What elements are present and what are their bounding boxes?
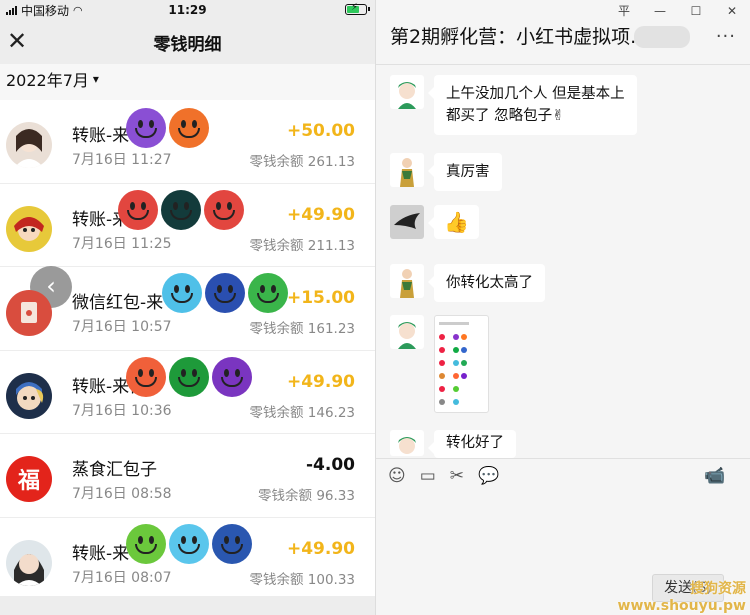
- transaction-amount: +50.00: [286, 121, 355, 141]
- transaction-balance: 零钱余额 211.13: [249, 237, 355, 254]
- message-bubble[interactable]: 你转化太高了: [428, 264, 545, 302]
- message-bubble[interactable]: 真厉害: [428, 153, 502, 191]
- privacy-mask: [118, 189, 247, 230]
- privacy-mask: [162, 273, 291, 313]
- transaction-date: 7月16日 11:25: [72, 235, 172, 252]
- watermark: 搜狗资源 www.shouyu.pw: [618, 581, 746, 615]
- transaction-amount: +49.90: [286, 204, 355, 225]
- avatar: 福: [6, 456, 52, 502]
- watermark-line: www.shouyu.pw: [617, 598, 746, 614]
- transaction-amount: +49.90: [286, 371, 355, 392]
- transaction-date: 7月16日 08:58: [72, 486, 172, 502]
- transaction-date: 7月16日 08:07: [72, 569, 172, 586]
- bottom-strip: [0, 596, 375, 615]
- transaction-name: 蒸食汇包子: [72, 460, 157, 480]
- transaction-balance: 零钱余额 161.23: [249, 321, 355, 337]
- message-bubble[interactable]: 上午没加几个人 但是基本上都买了 忽略包子✌: [428, 75, 637, 135]
- chat-message: [390, 315, 489, 413]
- avatar[interactable]: [390, 153, 424, 187]
- transaction-name: 转账-来: [72, 543, 130, 564]
- chat-message: 真厉害: [390, 153, 502, 191]
- avatar[interactable]: [390, 430, 424, 456]
- privacy-mask: [126, 523, 255, 564]
- avatar[interactable]: [390, 75, 424, 109]
- page-title: 零钱明细: [153, 34, 222, 55]
- transaction-name: 转账-来: [72, 126, 130, 146]
- watermark-line: 搜狗资源: [690, 581, 746, 597]
- transaction-row[interactable]: 转账-来 7月16日 11:27 +50.00 零钱余额 261.13: [0, 100, 375, 184]
- transaction-amount: -4.00: [306, 455, 355, 475]
- transaction-balance: 零钱余额 261.13: [249, 154, 355, 170]
- transaction-row[interactable]: 转账-来 7月16日 11:25 +49.90 零钱余额 211.13: [0, 183, 375, 267]
- battery-icon: ⚡: [345, 2, 370, 15]
- avatar[interactable]: [390, 264, 424, 298]
- avatar[interactable]: [390, 205, 424, 239]
- transaction-list: 转账-来 7月16日 11:27 +50.00 零钱余额 261.13 转账-来…: [0, 100, 375, 601]
- chevron-down-icon: ▾: [92, 72, 99, 86]
- transaction-amount: +15.00: [286, 288, 355, 308]
- maximize-icon[interactable]: ☐: [678, 0, 714, 22]
- avatar: [6, 539, 52, 586]
- status-bar: 中国移动 ◠ 11:29 ⚡: [0, 0, 375, 20]
- transaction-balance: 零钱余额 100.33: [249, 571, 355, 588]
- transaction-row[interactable]: 转账-来自 7月16日 10:36 +49.90 零钱余额 146.23: [0, 350, 375, 434]
- minimize-icon[interactable]: —: [642, 0, 678, 22]
- signal-icon: [6, 5, 17, 15]
- close-icon[interactable]: ✕: [714, 0, 750, 22]
- title-privacy-mask: [634, 26, 690, 48]
- more-icon[interactable]: ···: [716, 26, 736, 47]
- message-bubble[interactable]: 👍: [428, 205, 479, 239]
- transaction-amount: +49.90: [286, 538, 355, 559]
- screenshot-image[interactable]: [434, 315, 489, 413]
- compose-toolbar: ☺ ▭ ✂ 💬 📹: [388, 466, 725, 486]
- scissors-icon[interactable]: ✂: [450, 466, 464, 486]
- avatar: [6, 122, 52, 168]
- carrier-label: 中国移动: [21, 3, 70, 18]
- close-icon[interactable]: ✕: [4, 28, 30, 54]
- transaction-date: 7月16日 10:36: [72, 402, 172, 419]
- chat-message: 转化好了: [390, 430, 516, 458]
- red-packet-icon[interactable]: [6, 290, 52, 336]
- merchant-logo: 福: [17, 469, 40, 494]
- chat-message: 你转化太高了: [390, 264, 545, 302]
- chat-message: 👍: [390, 205, 479, 239]
- compose-divider: [376, 458, 750, 459]
- privacy-mask: [126, 108, 212, 148]
- folder-icon[interactable]: ▭: [420, 466, 436, 486]
- wifi-icon: ◠: [73, 3, 83, 17]
- chat-history-icon[interactable]: 💬: [478, 466, 499, 486]
- chat-window: 平 — ☐ ✕ 第2期孵化营：小红书虚拟项... ··· 上午没加几个人 但是基…: [375, 0, 750, 615]
- pin-icon[interactable]: 平: [606, 0, 642, 22]
- transaction-row[interactable]: 转账-来 7月16日 08:07 +49.90 零钱余额 100.33: [0, 517, 375, 601]
- message-bubble[interactable]: 转化好了: [428, 430, 516, 458]
- transaction-row[interactable]: 福 蒸食汇包子 7月16日 08:58 -4.00 零钱余额 96.33: [0, 434, 375, 518]
- chat-title: 第2期孵化营：小红书虚拟项...: [390, 26, 649, 48]
- transaction-date: 7月16日 10:57: [72, 319, 172, 335]
- avatar[interactable]: [390, 315, 424, 349]
- month-label: 2022年7月: [6, 71, 89, 90]
- window-controls: 平 — ☐ ✕: [606, 0, 750, 22]
- phone-screen: 中国移动 ◠ 11:29 ⚡ ✕ 零钱明细 2022年7月 ▾ 转账-来 7月1…: [0, 0, 375, 615]
- video-call-icon[interactable]: 📹: [704, 466, 725, 486]
- transaction-name: 微信红包-来: [72, 293, 164, 313]
- chat-message: 上午没加几个人 但是基本上都买了 忽略包子✌: [390, 75, 637, 135]
- privacy-mask: [126, 356, 255, 397]
- divider: [376, 64, 750, 65]
- nav-bar: ✕ 零钱明细: [0, 20, 375, 64]
- month-selector[interactable]: 2022年7月 ▾: [0, 64, 375, 94]
- transaction-balance: 零钱余额 96.33: [258, 488, 355, 504]
- emoji-icon[interactable]: ☺: [388, 466, 406, 486]
- avatar: [6, 372, 52, 419]
- transaction-balance: 零钱余额 146.23: [249, 404, 355, 421]
- avatar: [6, 205, 52, 252]
- transaction-date: 7月16日 11:27: [72, 152, 172, 168]
